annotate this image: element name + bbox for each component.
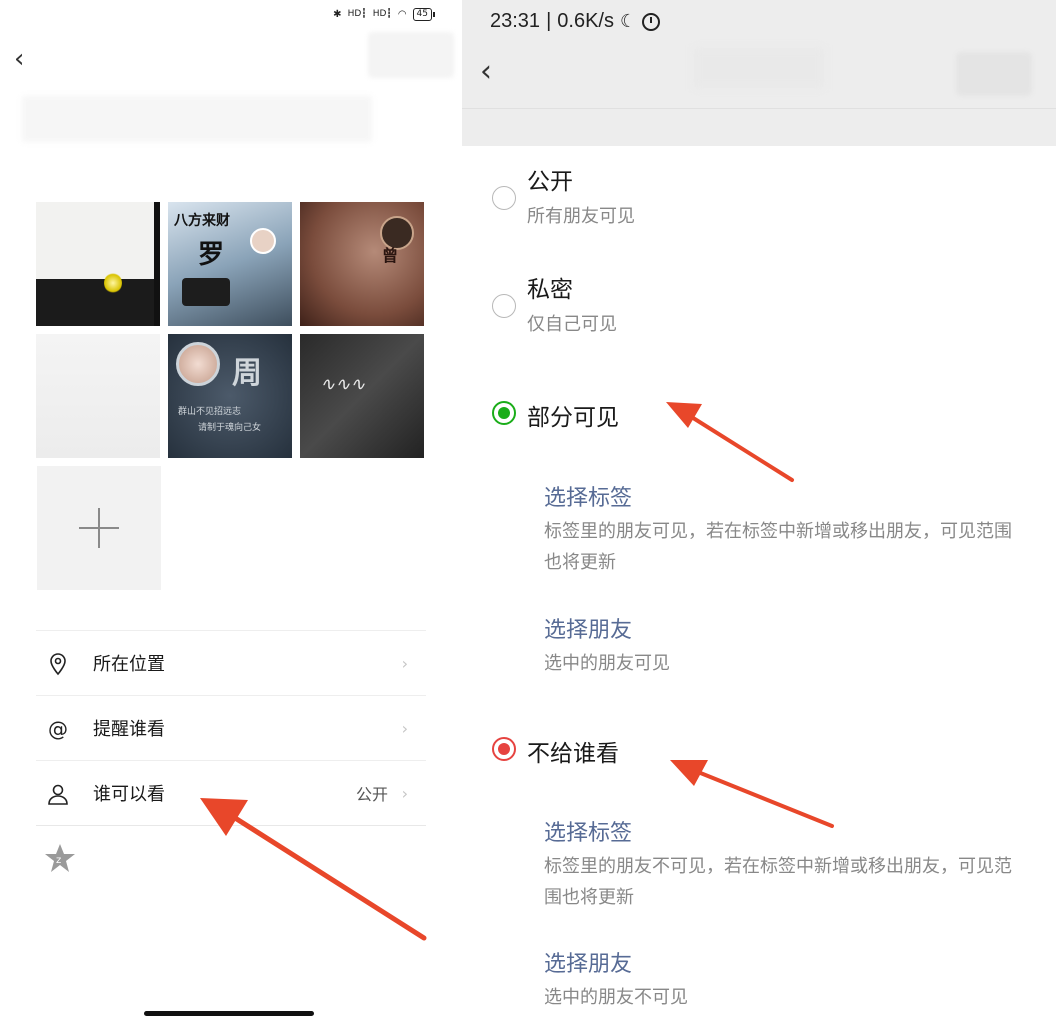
- network-speed: 0.6K/s: [557, 10, 614, 32]
- portrait-circle: [176, 342, 220, 386]
- svg-text:z: z: [56, 855, 61, 866]
- option-partial[interactable]: 部分可见: [462, 396, 1056, 436]
- option-exclude-title: 不给谁看: [527, 741, 619, 767]
- thumbnail-text: 八方来财: [174, 213, 230, 229]
- photo-thumbnail[interactable]: 曾: [300, 202, 424, 326]
- alarm-icon: [642, 12, 661, 31]
- select-tags-desc: 标签里的朋友不可见，若在标签中新增或移出朋友，可见范围也将更新: [544, 856, 1012, 908]
- visibility-label: 谁可以看: [93, 784, 165, 805]
- signal-icon-2: HD┇: [372, 9, 392, 19]
- photo-thumbnail[interactable]: ∿∿∿: [300, 334, 424, 458]
- option-private-title: 私密: [527, 277, 573, 303]
- header-divider: [462, 108, 1056, 109]
- moon-icon: ☾: [619, 11, 637, 31]
- visibility-row[interactable]: 谁可以看 公开 ›: [36, 761, 426, 826]
- wifi-icon: ◠: [397, 9, 407, 20]
- chevron-right-icon: ›: [401, 653, 408, 673]
- location-row[interactable]: 所在位置 ›: [36, 631, 426, 696]
- photo-thumbnail[interactable]: [36, 202, 160, 326]
- post-composer-panel: ✱ HD┇ HD┇ ◠ 45 ‹ 八方来财 罗 曾 周 群山不见招远志 请制于魂…: [0, 0, 458, 1024]
- done-button-blurred[interactable]: [956, 52, 1032, 96]
- select-friends-link[interactable]: 选择朋友: [544, 946, 1014, 978]
- mention-label: 提醒谁看: [93, 719, 165, 740]
- qzone-star-icon[interactable]: z: [44, 842, 76, 874]
- option-public-title: 公开: [527, 169, 573, 195]
- thumbnail-text: 请制于魂向己女: [198, 423, 262, 433]
- select-tags-desc: 标签里的朋友可见，若在标签中新增或移出朋友，可见范围也将更新: [544, 521, 1012, 573]
- option-private-desc: 仅自己可见: [527, 314, 617, 335]
- chevron-right-icon: ›: [401, 783, 408, 803]
- select-tags-link[interactable]: 选择标签: [544, 480, 1014, 512]
- radio-public[interactable]: [492, 186, 516, 210]
- option-private[interactable]: 私密 仅自己可见: [462, 266, 1056, 350]
- visibility-settings-panel: 23:31 | 0.6K/s ☾ ‹ 公开 所有朋友可见 私密 仅自己可见 部分…: [462, 0, 1056, 1024]
- back-chevron-icon[interactable]: ‹: [480, 54, 492, 89]
- option-public-desc: 所有朋友可见: [527, 206, 635, 227]
- publish-button-blurred[interactable]: [368, 32, 454, 78]
- thumbnail-text: 曾: [382, 246, 399, 265]
- header-title-blurred: [694, 48, 824, 88]
- photo-thumbnail[interactable]: 周 群山不见招远志 请制于魂向己女: [168, 334, 292, 458]
- select-friends-link[interactable]: 选择朋友: [544, 612, 1014, 644]
- post-text-blurred[interactable]: [22, 96, 372, 142]
- select-tags-link[interactable]: 选择标签: [544, 815, 1014, 847]
- header-bar: 23:31 | 0.6K/s ☾ ‹: [462, 0, 1056, 146]
- select-friends-desc: 选中的朋友可见: [544, 653, 670, 674]
- visibility-value: 公开: [355, 785, 388, 804]
- photo-thumbnail[interactable]: 八方来财 罗: [168, 202, 292, 326]
- lamp-glow: [104, 272, 122, 294]
- car-shape: [182, 278, 230, 306]
- add-photo-button[interactable]: [37, 466, 161, 590]
- option-partial-title: 部分可见: [527, 405, 619, 431]
- clock-time: 23:31: [490, 10, 541, 32]
- radio-exclude-selected[interactable]: [492, 737, 516, 761]
- thumbnail-text: 群山不见招远志: [178, 407, 242, 417]
- back-chevron-icon[interactable]: ‹: [14, 44, 24, 74]
- home-indicator: [144, 1011, 314, 1016]
- signal-icon-1: HD┇: [347, 9, 367, 19]
- status-separator: |: [546, 10, 552, 32]
- at-sign-icon: @: [48, 717, 68, 741]
- partial-select-tags[interactable]: 选择标签 标签里的朋友可见，若在标签中新增或移出朋友，可见范围也将更新: [544, 480, 1014, 578]
- exclude-select-friends[interactable]: 选择朋友 选中的朋友不可见: [544, 946, 1014, 1013]
- option-public[interactable]: 公开 所有朋友可见: [462, 158, 1056, 242]
- bluetooth-icon: ✱: [333, 9, 342, 20]
- thumbnail-text: 周: [232, 356, 262, 391]
- location-pin-icon: [46, 652, 70, 676]
- radio-partial-selected[interactable]: [492, 401, 516, 425]
- portrait-circle: [250, 228, 276, 254]
- partial-select-friends[interactable]: 选择朋友 选中的朋友可见: [544, 612, 1014, 679]
- chevron-right-icon: ›: [401, 718, 408, 738]
- status-bar-right: 23:31 | 0.6K/s ☾: [490, 10, 661, 33]
- thumbnail-text: 罗: [198, 240, 225, 270]
- option-exclude[interactable]: 不给谁看: [462, 732, 1056, 772]
- mention-row[interactable]: @ 提醒谁看 ›: [36, 696, 426, 761]
- battery-icon: 45: [412, 8, 436, 21]
- photo-thumbnail[interactable]: [36, 334, 160, 458]
- person-icon: [46, 782, 70, 806]
- location-label: 所在位置: [93, 654, 165, 675]
- radio-private[interactable]: [492, 294, 516, 318]
- post-options-list: 所在位置 › @ 提醒谁看 › 谁可以看 公开 ›: [36, 630, 426, 826]
- status-bar-left: ✱ HD┇ HD┇ ◠ 45: [333, 8, 436, 21]
- exclude-select-tags[interactable]: 选择标签 标签里的朋友不可见，若在标签中新增或移出朋友，可见范围也将更新: [544, 815, 1014, 913]
- select-friends-desc: 选中的朋友不可见: [544, 987, 688, 1008]
- signature-script: ∿∿∿: [320, 374, 366, 395]
